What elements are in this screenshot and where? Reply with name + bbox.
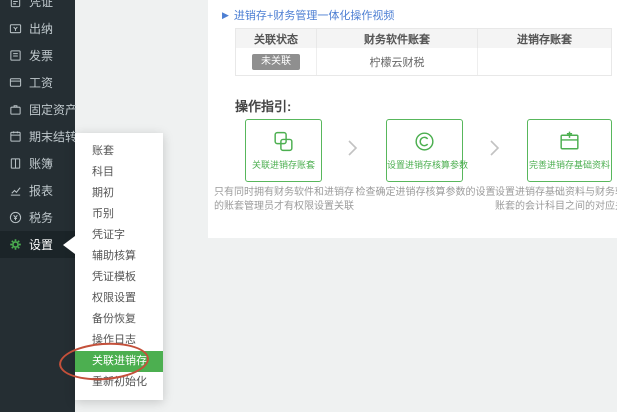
submenu-item-currency[interactable]: 币别 (75, 204, 163, 225)
inventory-account-cell (478, 48, 611, 75)
video-link[interactable]: ▶ 进销存+财务管理一体化操作视频 (222, 7, 394, 23)
step-description: 只有同时拥有财务软件和进销存的账套管理员才有权限设置关联 (210, 186, 358, 214)
voucher-icon (9, 0, 23, 9)
step-label: 关联进销存账套 (246, 158, 321, 171)
submenu-item-voucher-template[interactable]: 凭证模板 (75, 267, 163, 288)
sidebar-item-salary[interactable]: 工资 (0, 69, 75, 96)
sidebar-item-label: 报表 (29, 182, 53, 199)
period-end-icon (9, 130, 23, 144)
play-icon: ▶ (222, 10, 229, 21)
reports-icon (9, 184, 23, 198)
popup-arrow (63, 236, 75, 254)
submenu-item-account-set[interactable]: 账套 (75, 141, 163, 162)
step-label: 完善进销存基础资料 (528, 158, 611, 171)
table-header-row: 关联状态 财务软件账套 进销存账套 (236, 29, 611, 48)
link-accounts-icon (246, 128, 321, 155)
fixed-assets-icon (9, 103, 23, 117)
step-label: 设置进销存核算参数 (387, 158, 462, 171)
sidebar-item-label: 账簿 (29, 155, 53, 172)
submenu-item-permissions[interactable]: 权限设置 (75, 288, 163, 309)
sidebar-item-fixed-assets[interactable]: 固定资产 (0, 96, 75, 123)
finance-account-cell: 柠檬云财税 (317, 48, 478, 75)
invoice-icon (9, 49, 23, 63)
main-content: ▶ 进销存+财务管理一体化操作视频 关联状态 财务软件账套 进销存账套 未关联 … (208, 0, 617, 238)
sidebar-item-label: 期末结转 (29, 128, 77, 145)
sidebar-item-reports[interactable]: 报表 (0, 177, 75, 204)
sidebar-item-label: 固定资产 (29, 101, 77, 118)
tax-icon (9, 211, 23, 225)
status-badge: 未关联 (252, 54, 300, 70)
params-gear-icon (387, 128, 462, 155)
sidebar-item-label: 发票 (29, 47, 53, 64)
submenu-item-opening-balance[interactable]: 期初 (75, 183, 163, 204)
step-description: 检查确定进销存核算参数的设置 (353, 186, 498, 200)
guide-title: 操作指引: (235, 96, 291, 115)
basic-data-icon (528, 128, 611, 155)
sidebar-item-tax[interactable]: 税务 (0, 204, 75, 231)
link-status-table: 关联状态 财务软件账套 进销存账套 未关联 柠檬云财税 (235, 28, 612, 76)
sidebar-item-label: 工资 (29, 74, 53, 91)
table-row: 未关联 柠檬云财税 (236, 48, 611, 75)
step-complete-basic-data[interactable]: 完善进销存基础资料 (527, 119, 612, 182)
sidebar-item-period-end[interactable]: 期末结转 (0, 123, 75, 150)
submenu-item-subjects[interactable]: 科目 (75, 162, 163, 183)
submenu-item-auxiliary-accounting[interactable]: 辅助核算 (75, 246, 163, 267)
step-link-accounts[interactable]: 关联进销存账套 (245, 119, 322, 182)
sidebar: 凭证 出纳 发票 工资 固定资产 期末结转 账簿 报表 (0, 0, 75, 412)
sidebar-item-cashier[interactable]: 出纳 (0, 15, 75, 42)
col-header-inventory-account: 进销存账套 (478, 29, 611, 48)
col-header-link-status: 关联状态 (236, 29, 317, 48)
sidebar-item-label: 设置 (29, 236, 53, 253)
sidebar-item-label: 凭证 (29, 0, 53, 10)
gear-icon (9, 238, 23, 252)
submenu-item-backup-restore[interactable]: 备份恢复 (75, 309, 163, 330)
cashier-icon (9, 22, 23, 36)
video-link-label: 进销存+财务管理一体化操作视频 (234, 7, 394, 23)
chevron-right-icon (346, 138, 362, 158)
salary-icon (9, 76, 23, 90)
step-description: 设置进销存基础资料与财务软件账套的会计科目之间的对应关系 (494, 186, 617, 214)
sidebar-item-label: 出纳 (29, 20, 53, 37)
chevron-right-icon (488, 138, 504, 158)
sidebar-item-voucher[interactable]: 凭证 (0, 0, 75, 15)
step-set-params[interactable]: 设置进销存核算参数 (386, 119, 463, 182)
ledger-icon (9, 157, 23, 171)
sidebar-item-ledger[interactable]: 账簿 (0, 150, 75, 177)
sidebar-item-invoice[interactable]: 发票 (0, 42, 75, 69)
submenu-item-voucher-word[interactable]: 凭证字 (75, 225, 163, 246)
col-header-finance-account: 财务软件账套 (317, 29, 478, 48)
sidebar-item-label: 税务 (29, 209, 53, 226)
